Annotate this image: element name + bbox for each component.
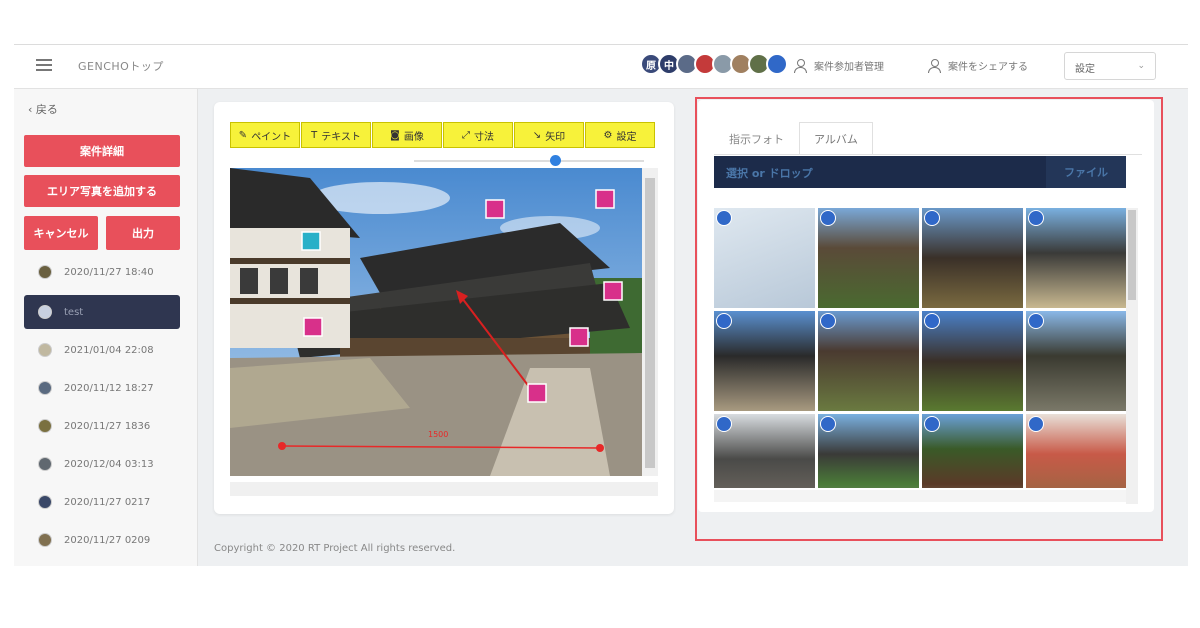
paint-tool-label: ペイント	[251, 131, 292, 143]
canvas-horizontal-scrollbar[interactable]	[230, 482, 658, 496]
history-label: 2020/11/27 18:40	[64, 266, 154, 278]
add-user-icon	[794, 58, 808, 73]
sidebar: ‹ 戻る 案件詳細 エリア写真を追加する キャンセル 出力 2020/11/27…	[14, 89, 198, 566]
top-header: GENCHOトップ 原 中 案件参加者管理 案件をシェアする 設定 ⌄	[14, 45, 1188, 89]
album-highlight-frame	[695, 97, 1163, 541]
output-button[interactable]: 出力	[106, 216, 180, 250]
text-icon: T	[311, 129, 318, 141]
add-user-icon	[928, 58, 942, 73]
history-label: 2020/12/04 03:13	[64, 458, 154, 470]
history-thumbnail	[38, 533, 52, 547]
copyright-text: Copyright © 2020 RT Project All rights r…	[214, 543, 456, 554]
image-tool-label: 画像	[403, 131, 424, 143]
project-detail-button[interactable]: 案件詳細	[24, 135, 180, 167]
history-thumbnail	[38, 265, 52, 279]
history-label: 2020/11/27 1836	[64, 420, 151, 432]
history-item[interactable]: 2020/11/27 18:40	[24, 255, 180, 289]
history-item[interactable]: 2020/11/27 0217	[24, 485, 180, 519]
back-link[interactable]: ‹ 戻る	[28, 101, 58, 117]
chevron-left-icon: ‹	[28, 103, 36, 116]
canvas-vertical-scrollbar[interactable]	[642, 168, 658, 476]
share-project-label: 案件をシェアする	[948, 62, 1028, 73]
history-label: 2021/01/04 22:08	[64, 344, 154, 356]
history-item[interactable]: 2020/12/04 03:13	[24, 447, 180, 481]
camera-icon: ◙	[390, 129, 400, 141]
history-thumbnail	[38, 381, 52, 395]
history-thumbnail	[38, 305, 52, 319]
history-thumbnail	[38, 419, 52, 433]
back-label: 戻る	[35, 103, 58, 116]
photo-canvas[interactable]: 1500	[230, 168, 642, 476]
arrow-icon: ↘	[532, 129, 542, 141]
avatar[interactable]	[766, 53, 788, 75]
chevron-down-icon: ⌄	[1137, 61, 1145, 71]
zoom-slider-handle[interactable]	[550, 155, 561, 166]
pencil-icon: ✎	[238, 129, 248, 141]
history-item[interactable]: 2020/11/12 18:27	[24, 371, 180, 405]
settings-tool-button[interactable]: ⚙ 設定	[585, 122, 655, 148]
members-management-label: 案件参加者管理	[814, 62, 884, 73]
image-tool-button[interactable]: ◙ 画像	[372, 122, 442, 148]
history-label: 2020/11/12 18:27	[64, 382, 154, 394]
cancel-button[interactable]: キャンセル	[24, 216, 98, 250]
history-item[interactable]: 2020/11/27 0209	[24, 523, 180, 557]
arrow-tool-label: 矢印	[545, 131, 566, 143]
app-title[interactable]: GENCHOトップ	[78, 58, 164, 74]
text-tool-label: テキスト	[321, 131, 361, 143]
dimension-tool-button[interactable]: ⤢ 寸法	[443, 122, 513, 148]
members-management-link[interactable]: 案件参加者管理	[794, 58, 884, 73]
expand-arrows-icon: ⤢	[462, 129, 470, 141]
history-label: 2020/11/27 0209	[64, 534, 151, 546]
member-avatars[interactable]: 原 中	[640, 53, 788, 79]
app-window: GENCHOトップ 原 中 案件参加者管理 案件をシェアする 設定 ⌄ ‹ 戻る	[14, 44, 1188, 566]
history-thumbnail	[38, 457, 52, 471]
text-tool-button[interactable]: T テキスト	[301, 122, 371, 148]
zoom-slider-track[interactable]	[414, 160, 644, 162]
gear-icon: ⚙	[603, 129, 613, 141]
settings-select[interactable]: 設定 ⌄	[1064, 52, 1156, 80]
settings-select-value: 設定	[1075, 64, 1095, 75]
photo-editor-card: ✎ ペイント T テキスト ◙ 画像 ⤢ 寸法 ↘ 矢印 ⚙ 設定 1500	[214, 102, 674, 514]
history-item[interactable]: 2020/11/27 1836	[24, 409, 180, 443]
dimension-label[interactable]: 1500	[428, 430, 448, 439]
paint-tool-button[interactable]: ✎ ペイント	[230, 122, 300, 148]
dimension-tool-label: 寸法	[474, 131, 494, 143]
history-label: test	[64, 306, 84, 318]
history-thumbnail	[38, 495, 52, 509]
editor-toolbar: ✎ ペイント T テキスト ◙ 画像 ⤢ 寸法 ↘ 矢印 ⚙ 設定	[230, 122, 655, 148]
history-item[interactable]: 2021/01/04 22:08	[24, 333, 180, 367]
share-project-link[interactable]: 案件をシェアする	[928, 58, 1028, 73]
history-thumbnail	[38, 343, 52, 357]
history-item[interactable]: test	[24, 295, 180, 329]
arrow-tool-button[interactable]: ↘ 矢印	[514, 122, 584, 148]
history-label: 2020/11/27 0217	[64, 496, 151, 508]
add-area-photo-button[interactable]: エリア写真を追加する	[24, 175, 180, 207]
settings-tool-label: 設定	[616, 131, 637, 143]
hamburger-menu-icon[interactable]	[36, 59, 52, 71]
